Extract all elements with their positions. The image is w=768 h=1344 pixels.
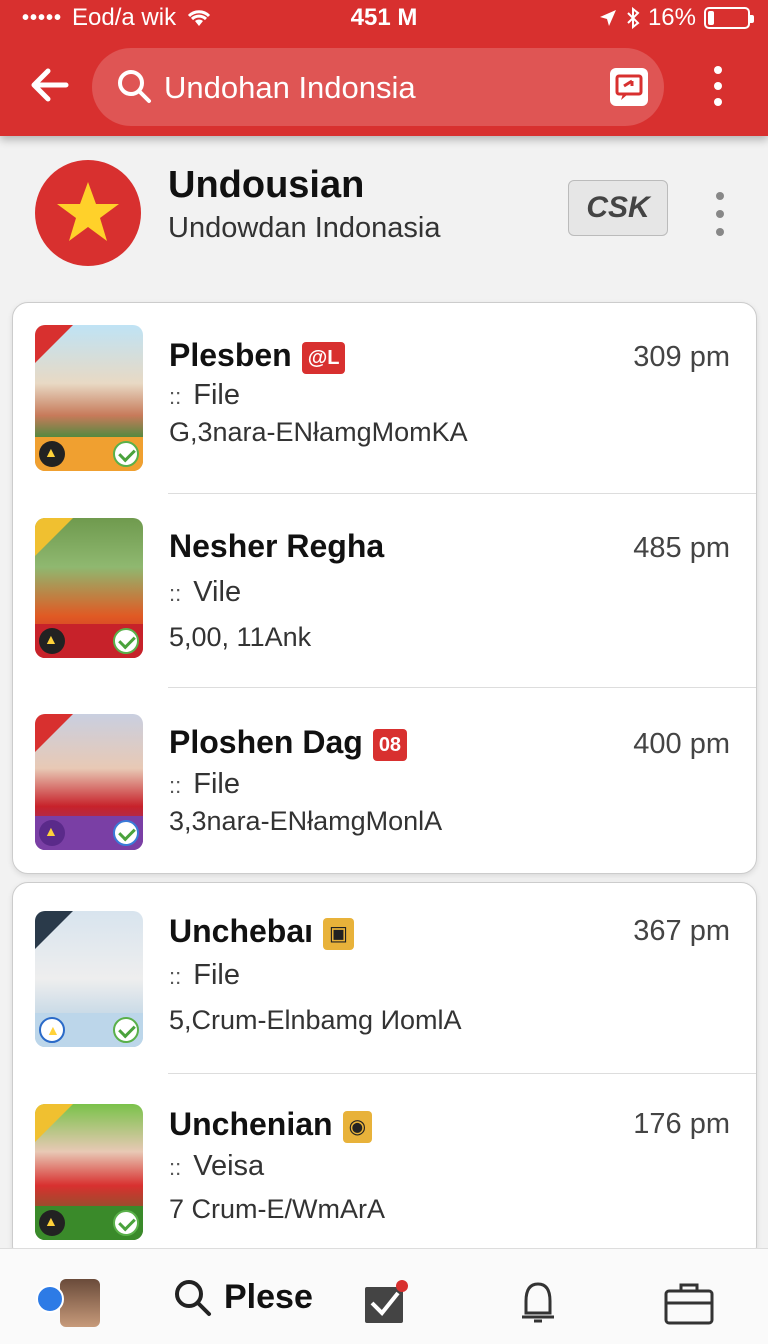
item-title: Ploshen Dag 08: [169, 724, 408, 761]
list-item[interactable]: Plesben@L 309 pm ::File G,3nara-ENłamgMo…: [13, 303, 756, 493]
reply-icon[interactable]: [610, 68, 648, 106]
corner-tag-icon: [35, 518, 73, 556]
bottom-nav: Plese: [0, 1248, 768, 1344]
item-thumbnail: [35, 714, 143, 850]
corner-tag-icon: [35, 911, 73, 949]
status-dot-icon: [36, 1285, 64, 1313]
corner-tag-icon: [35, 714, 73, 752]
corner-tag-icon: [35, 325, 73, 363]
item-meta: 5,Crum-Elnbamg ИomlA: [169, 1005, 462, 1035]
verified-check-icon: [113, 1210, 139, 1236]
item-time: 176 pm: [633, 1108, 730, 1140]
back-arrow-icon[interactable]: [26, 62, 72, 108]
item-time: 367 pm: [633, 915, 730, 947]
star-icon: [57, 182, 119, 241]
item-meta: 7 Crum-E/WmArA: [169, 1194, 385, 1224]
item-badge: ▣: [323, 917, 354, 950]
app-bar: ••••• Eod/a wik 451 M 16% Undohan Indons…: [0, 0, 768, 136]
search-icon: [175, 1280, 211, 1316]
item-type: :: File: [169, 379, 240, 411]
item-title: Unchenian ◉: [169, 1106, 373, 1143]
item-type: :: Vile: [169, 576, 242, 608]
grip-dots-icon: ::: [169, 964, 182, 989]
grip-dots-icon: ::: [169, 1155, 182, 1180]
location-arrow-icon: [599, 10, 616, 26]
verified-check-icon: [113, 1017, 139, 1043]
warning-icon: [39, 441, 65, 467]
list-item[interactable]: Nesher Regha 485 pm ::Vile 5,00, 11Ank: [13, 494, 756, 687]
search-value: Undohan Indonsia: [164, 70, 416, 105]
more-vert-icon[interactable]: [704, 64, 732, 108]
grip-dots-icon: ::: [169, 581, 182, 606]
verified-check-icon: [113, 820, 139, 846]
item-title: Nesher Regha: [169, 528, 385, 564]
corner-tag-icon: [35, 1104, 73, 1142]
channel-subtitle: Undowdan Indonasia: [168, 212, 441, 244]
item-title: Plesben @L: [169, 337, 346, 374]
warning-icon: [39, 628, 65, 654]
item-type: :: File: [169, 768, 240, 800]
nav-search-tab[interactable]: Plese: [172, 1277, 313, 1317]
item-badge: @L: [301, 341, 346, 374]
lock-icon: [39, 820, 65, 846]
item-type: :: Veisa: [169, 1150, 265, 1182]
channel-avatar[interactable]: [35, 160, 141, 266]
item-meta: 5,00, 11Ank: [169, 622, 312, 652]
results-card: Plesben@L 309 pm ::File G,3nara-ENłamgMo…: [12, 302, 757, 874]
list-item[interactable]: Unchebaı▣ 367 pm ::File 5,Crum-Elnbamg И…: [13, 883, 756, 1073]
item-meta: 3,3nara-ENłamgMonlA: [169, 806, 443, 836]
bell-icon[interactable]: [514, 1279, 562, 1327]
verified-check-icon: [113, 628, 139, 654]
item-badge: ◉: [342, 1110, 373, 1143]
nav-search-label: Plese: [224, 1277, 313, 1316]
item-time: 485 pm: [633, 532, 730, 564]
battery-icon: [704, 7, 754, 29]
item-title: Unchebaı ▣: [169, 913, 354, 950]
item-thumbnail: [35, 1104, 143, 1240]
more-vert-icon[interactable]: [708, 190, 732, 238]
list-item[interactable]: Ploshen Dag08 400 pm ::File 3,3nara-ENła…: [13, 688, 756, 873]
inbox-check-icon[interactable]: [362, 1279, 410, 1327]
status-bar: ••••• Eod/a wik 451 M 16%: [0, 0, 768, 34]
item-meta: G,3nara-ENłamgMomKA: [169, 417, 468, 447]
search-input[interactable]: Undohan Indonsia: [92, 48, 664, 126]
bluetooth-icon: [627, 7, 640, 29]
item-time: 400 pm: [633, 728, 730, 760]
grip-dots-icon: ::: [169, 773, 182, 798]
results-card: Unchebaı▣ 367 pm ::File 5,Crum-Elnbamg И…: [12, 882, 757, 1262]
item-type: :: File: [169, 959, 240, 991]
avatar-photo: [60, 1279, 100, 1327]
briefcase-icon[interactable]: [662, 1279, 716, 1327]
profile-avatar[interactable]: [36, 1279, 100, 1327]
search-icon: [118, 70, 151, 103]
item-thumbnail: [35, 325, 143, 471]
item-thumbnail: [35, 518, 143, 658]
warning-icon: [39, 1017, 65, 1043]
list-item[interactable]: Unchenian◉ 176 pm ::Veisa 7 Crum-E/WmArA: [13, 1074, 756, 1261]
grip-dots-icon: ::: [169, 384, 182, 409]
item-time: 309 pm: [633, 341, 730, 373]
item-thumbnail: [35, 911, 143, 1047]
item-badge: 08: [372, 728, 408, 761]
csk-button[interactable]: CSK: [568, 180, 668, 236]
battery-percent: 16%: [647, 4, 696, 31]
warning-icon: [39, 1210, 65, 1236]
channel-name: Undousian: [168, 164, 365, 206]
verified-check-icon: [113, 441, 139, 467]
